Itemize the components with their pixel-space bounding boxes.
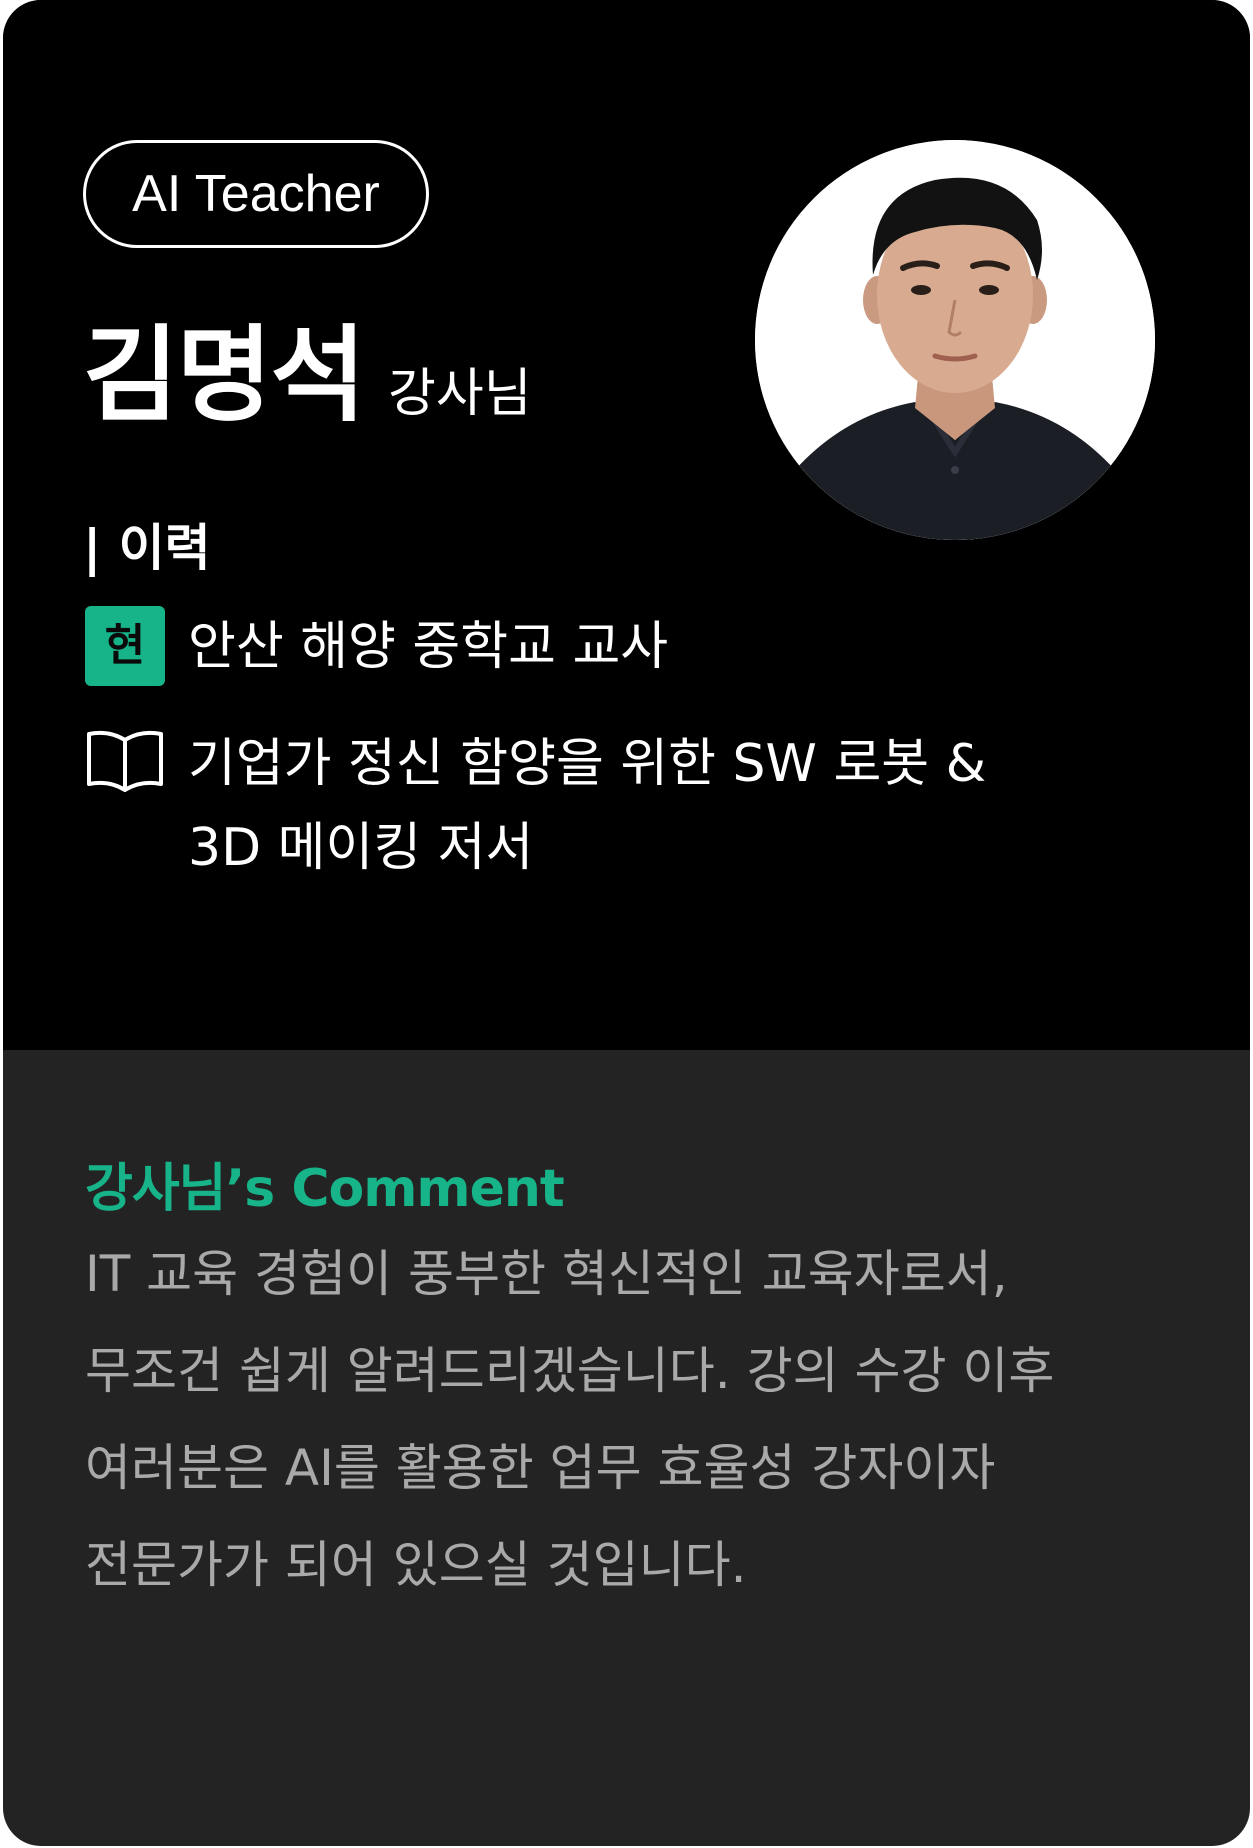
teacher-name: 김명석 (83, 314, 366, 436)
teacher-portrait (755, 140, 1155, 540)
teacher-name-row: 김명석 강사님 (83, 290, 532, 436)
open-book-icon (87, 730, 163, 792)
teacher-photo (755, 140, 1155, 540)
current-position-tag: 현 (85, 606, 165, 686)
role-badge: AI Teacher (83, 140, 429, 248)
profile-header: AI Teacher 김명석 강사님 | 이력 현 안산 해양 중학교 교사 기… (3, 0, 1250, 1050)
career-section-label: | 이력 (83, 519, 211, 577)
comment-title: 강사님’s Comment (85, 1159, 565, 1219)
comment-line: 여러분은 AI를 활용한 업무 효율성 강자이자 (85, 1439, 996, 1497)
book-publication-text: 기업가 정신 함양을 위한 SW 로봇 & 3D 메이킹 저서 (188, 722, 1088, 890)
comment-body: IT 교육 경험이 풍부한 혁신적인 교육자로서, 무조건 쉽게 알려드리겠습니… (85, 1226, 1165, 1614)
comment-line: 전문가가 되어 있으실 것입니다. (85, 1536, 747, 1594)
current-position-text: 안산 해양 중학교 교사 (188, 617, 669, 677)
book-line-2: 3D 메이킹 저서 (188, 818, 534, 878)
teacher-honorific: 강사님 (388, 364, 532, 424)
book-line-1: 기업가 정신 함양을 위한 SW 로봇 & (188, 734, 987, 794)
comment-line: IT 교육 경험이 풍부한 혁신적인 교육자로서, (85, 1245, 1008, 1303)
comment-line: 무조건 쉽게 알려드리겠습니다. 강의 수강 이후 (85, 1342, 1055, 1400)
teacher-profile-card: AI Teacher 김명석 강사님 | 이력 현 안산 해양 중학교 교사 기… (3, 0, 1250, 1846)
